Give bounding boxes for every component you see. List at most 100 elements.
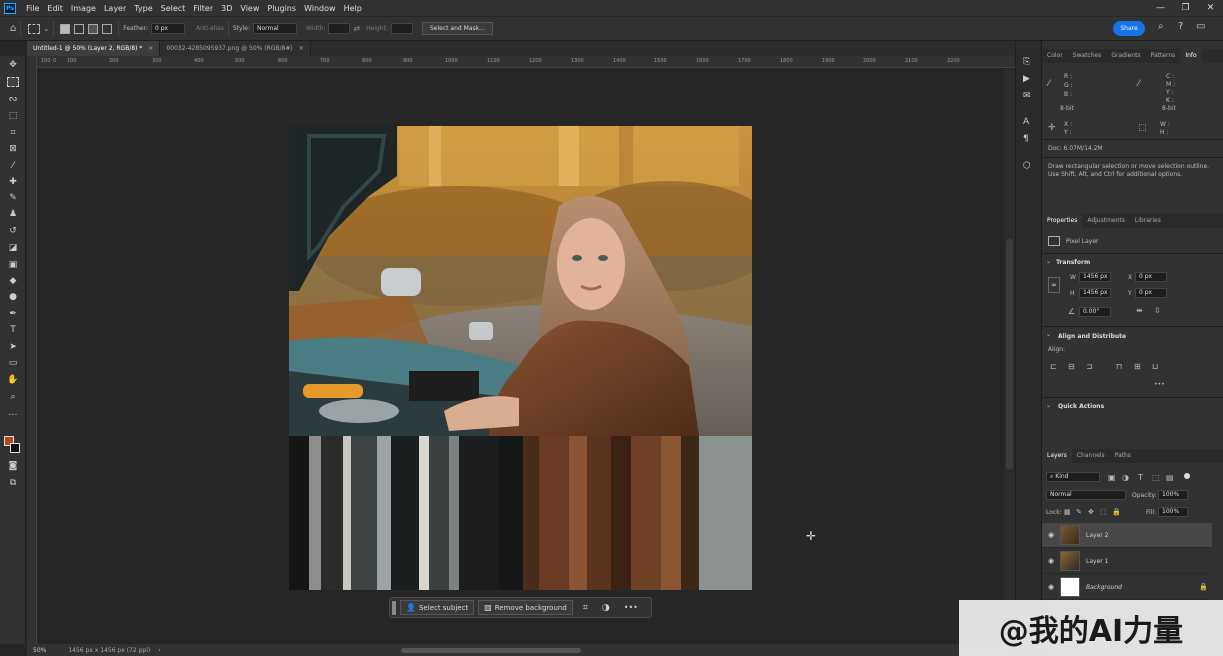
layer-row-layer-1[interactable]: ◉ Layer 1	[1042, 549, 1212, 574]
filter-toggle-icon[interactable]	[1184, 473, 1190, 479]
lock-position-icon[interactable]: ✥	[1088, 508, 1094, 516]
align-left-icon[interactable]: ⊏	[1050, 362, 1057, 371]
filter-adjustment-icon[interactable]: ◑	[1122, 473, 1129, 482]
home-icon[interactable]: ⌂	[10, 23, 16, 34]
lock-all-icon[interactable]: 🔒	[1112, 508, 1121, 516]
filter-smart-icon[interactable]: ▤	[1166, 473, 1174, 482]
menu-layer[interactable]: Layer	[100, 4, 130, 13]
height-input[interactable]	[390, 23, 413, 34]
lock-transparent-icon[interactable]: ▦	[1064, 508, 1071, 516]
transform-icon[interactable]: ⌗	[583, 603, 588, 613]
menu-image[interactable]: Image	[67, 4, 100, 13]
history-brush-icon[interactable]: ↺	[5, 224, 21, 238]
menu-plugins[interactable]: Plugins	[263, 4, 300, 13]
menu-select[interactable]: Select	[157, 4, 190, 13]
share-button[interactable]: Share	[1113, 21, 1145, 36]
more-align-icon[interactable]: •••	[1154, 381, 1165, 388]
lasso-tool-icon[interactable]: ᔓ	[5, 92, 21, 106]
fill-field[interactable]: 100%	[1158, 507, 1188, 517]
character-icon[interactable]: A	[1023, 117, 1029, 127]
tab-channels[interactable]: Channels	[1072, 449, 1110, 463]
canvas-photo[interactable]	[289, 126, 752, 590]
layer-filter-kind[interactable]: ⌕ Kind	[1046, 472, 1100, 482]
visibility-eye-icon[interactable]: ◉	[1042, 531, 1060, 539]
select-subject-button[interactable]: 👤 Select subject	[400, 600, 475, 615]
move-tool-icon[interactable]: ✥	[5, 58, 21, 72]
healing-brush-icon[interactable]: ✚	[5, 175, 21, 189]
quick-mask-icon[interactable]: ◙	[5, 459, 21, 473]
quick-actions-header[interactable]: Quick Actions	[1058, 403, 1104, 410]
vertical-scrollbar[interactable]	[1004, 69, 1015, 644]
align-right-icon[interactable]: ⊐	[1086, 362, 1093, 371]
x-field[interactable]: 0 px	[1135, 272, 1167, 282]
chevron-down-icon[interactable]: ⌄	[1046, 258, 1051, 265]
visibility-eye-icon[interactable]: ◉	[1042, 557, 1060, 565]
3d-cube-icon[interactable]: ⬡	[1023, 161, 1031, 171]
more-tools-icon[interactable]: …	[5, 406, 21, 420]
dodge-tool-icon[interactable]: ●	[5, 290, 21, 304]
blur-tool-icon[interactable]: ◆	[5, 274, 21, 288]
minimize-button[interactable]: —	[1148, 0, 1173, 16]
close-icon[interactable]: ×	[148, 45, 153, 52]
screen-mode-icon[interactable]: ⧉	[5, 476, 21, 490]
lock-image-icon[interactable]: ✎	[1076, 508, 1082, 516]
hand-tool-icon[interactable]: ✋	[5, 373, 21, 387]
swap-icon[interactable]: ⇄	[353, 24, 360, 33]
background-color-swatch[interactable]	[10, 443, 20, 453]
gradient-icon[interactable]: ▣	[5, 258, 21, 272]
comments-icon[interactable]: ✉	[1023, 91, 1031, 101]
tab-adjustments[interactable]: Adjustments	[1082, 214, 1130, 228]
angle-field[interactable]: 0.00°	[1079, 307, 1111, 317]
drag-handle-icon[interactable]	[392, 600, 396, 615]
flip-horizontal-icon[interactable]: ⇹	[1136, 306, 1143, 315]
menu-help[interactable]: Help	[340, 4, 366, 13]
clone-stamp-icon[interactable]: ♟	[5, 207, 21, 221]
menu-file[interactable]: File	[22, 4, 43, 13]
menu-3d[interactable]: 3D	[217, 4, 236, 13]
scroll-thumb[interactable]	[1006, 239, 1013, 469]
style-select[interactable]: Normal	[252, 23, 297, 34]
eyedropper-icon[interactable]: ⁄	[5, 159, 21, 173]
zoom-tool-icon[interactable]: ⌕	[5, 390, 21, 404]
more-options-icon[interactable]: •••	[624, 603, 638, 612]
help-icon[interactable]: ?	[1178, 21, 1183, 32]
tab-gradients[interactable]: Gradients	[1106, 49, 1145, 63]
chevron-down-icon[interactable]: ⌄	[1046, 402, 1051, 409]
add-selection-icon[interactable]	[74, 23, 85, 34]
frame-tool-icon[interactable]: ⊠	[5, 142, 21, 156]
transform-header[interactable]: Transform	[1056, 259, 1090, 266]
workspace-icon[interactable]: ▭	[1196, 21, 1205, 32]
tab-png-file[interactable]: 00032-4285095937.png @ 50% (RGB/8#) ×	[160, 41, 311, 56]
menu-view[interactable]: View	[236, 4, 263, 13]
object-selection-icon[interactable]: ⬚	[5, 109, 21, 123]
remove-background-button[interactable]: ▨ Remove background	[478, 600, 573, 615]
y-field[interactable]: 0 px	[1135, 288, 1167, 298]
height-field[interactable]: 1456 px	[1079, 288, 1111, 298]
tab-libraries[interactable]: Libraries	[1130, 214, 1166, 228]
link-icon[interactable]: ∞	[1048, 277, 1060, 293]
visibility-eye-icon[interactable]: ◉	[1042, 583, 1060, 591]
tab-layers[interactable]: Layers	[1042, 449, 1072, 463]
intersect-selection-icon[interactable]	[102, 23, 113, 34]
search-icon[interactable]: ⌕	[1158, 21, 1164, 32]
actions-play-icon[interactable]: ▶	[1023, 74, 1030, 84]
horizontal-scrollbar[interactable]	[400, 647, 581, 653]
opacity-field[interactable]: 100%	[1158, 490, 1188, 500]
chevron-down-icon[interactable]: ⌄	[1046, 331, 1051, 338]
brush-tool-icon[interactable]: ✎	[5, 191, 21, 205]
type-tool-icon[interactable]: T	[5, 323, 21, 337]
marquee-preset-icon[interactable]	[28, 23, 41, 34]
status-arrow-icon[interactable]: ›	[158, 647, 160, 654]
menu-filter[interactable]: Filter	[189, 4, 217, 13]
tab-untitled-1[interactable]: Untitled-1 @ 50% (Layer 2, RGB/8) * ×	[27, 41, 161, 56]
new-selection-icon[interactable]	[60, 23, 71, 34]
blend-mode-select[interactable]: Normal	[1046, 490, 1126, 500]
paragraph-icon[interactable]: ¶	[1023, 134, 1029, 144]
align-distribute-header[interactable]: Align and Distribute	[1058, 333, 1126, 340]
maximize-button[interactable]: ❐	[1173, 0, 1198, 16]
feather-input[interactable]: 0 px	[150, 23, 185, 34]
align-bottom-icon[interactable]: ⊔	[1152, 362, 1158, 371]
align-middle-v-icon[interactable]: ⊞	[1134, 362, 1141, 371]
layer-row-background[interactable]: ◉ Background 🔒	[1042, 575, 1212, 600]
menu-window[interactable]: Window	[300, 4, 340, 13]
